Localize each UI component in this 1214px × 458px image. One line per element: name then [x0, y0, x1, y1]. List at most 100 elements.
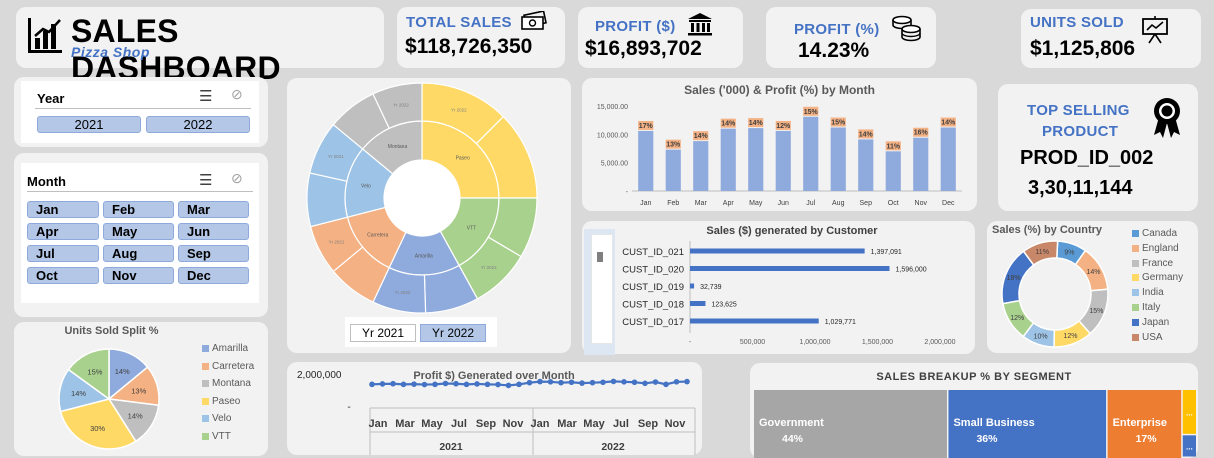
profit-point [526, 379, 533, 386]
x-tick-label: May [583, 418, 605, 430]
legend-item: India [1132, 287, 1164, 298]
month-slicer: Month ☰ ⊘ Jan Feb Mar Apr May Jun Jul Au… [21, 163, 259, 303]
month-slicer-item-oct[interactable]: Oct [27, 267, 99, 284]
sales-profit-month-chart: 15,000.00 10,000.00 5,000.00 - 17% Jan 13% Feb 1… [597, 104, 962, 207]
month-slicer-item-apr[interactable]: Apr [27, 223, 99, 240]
top-product-value: 3,30,11,144 [1028, 177, 1133, 199]
customer-value-label: 1,029,771 [825, 319, 856, 326]
title-card: SALES DASHBOARD Pizza Shop [16, 7, 384, 86]
x-tick-label: Sep [860, 200, 873, 207]
customer-bar [690, 248, 865, 254]
month-slicer-item-jan[interactable]: Jan [27, 201, 99, 218]
legend-item: USA [1132, 332, 1163, 343]
x-tick-label: Jul [613, 418, 629, 430]
profit-point [642, 380, 648, 387]
y-tick-label: - [626, 189, 629, 196]
clear-filter-icon[interactable]: ⊘ [231, 170, 243, 187]
legend-label: Japan [1142, 316, 1170, 328]
month-slicer-item-feb[interactable]: Feb [103, 201, 174, 218]
month-slicer-item-dec[interactable]: Dec [178, 267, 249, 284]
kpi-units-sold-label: UNITS SOLD [1030, 14, 1124, 31]
customer-label: CUST_ID_017 [622, 317, 684, 328]
month-slicer-item-sep[interactable]: Sep [178, 245, 249, 262]
units-slice-label: 14% [115, 367, 130, 376]
top-product-card: TOP SELLING PRODUCT PROD_ID_002 3,30,11,… [998, 84, 1198, 211]
segment-pct-label: ... [1186, 443, 1193, 452]
legend-item: Japan [1132, 317, 1169, 328]
legend-item: VTT [202, 431, 231, 442]
legend-label: Carretera [212, 360, 255, 372]
profit-point [442, 380, 449, 387]
x-tick-label: Sep [638, 418, 658, 430]
legend-swatch [1132, 259, 1139, 267]
profit-pct-label: 17% [639, 123, 654, 130]
sunburst-outer-label: Yr 2022 [395, 290, 411, 295]
sunburst-yr-slicer: Yr 2021 Yr 2022 [345, 317, 497, 347]
sunburst-outer-label: Yr 2021 [329, 240, 345, 245]
profit-point [537, 378, 543, 385]
x-tick-label: Jan [369, 418, 388, 430]
sunburst-card: Paseo Yr 2022 VTT Yr 2022 Amarilla Yr 2022 Car… [287, 78, 571, 353]
top-product-id: PROD_ID_002 [1020, 147, 1154, 169]
x-tick-label: Jul [806, 200, 815, 207]
legend-label: Paseo [212, 395, 241, 407]
sales-bar [858, 139, 874, 191]
sunburst-inner-label: Amarilla [415, 253, 433, 259]
units-slice-label: 14% [128, 412, 143, 421]
award-ribbon-icon [1154, 98, 1180, 138]
profit-pct-label: 16% [914, 130, 929, 137]
x-tick-label: Jun [778, 200, 789, 207]
x-tick-label: - [689, 339, 692, 346]
profit-point [453, 380, 459, 387]
country-slice-label: 12% [1063, 333, 1077, 340]
top-product-label-2: PRODUCT [1042, 123, 1119, 140]
country-slice-label: 14% [1086, 269, 1100, 276]
legend-swatch [1132, 304, 1139, 311]
sales-bar [748, 128, 764, 191]
kpi-total-sales-label: TOTAL SALES [406, 14, 512, 31]
country-slice-label: 9% [1064, 249, 1074, 256]
month-slicer-item-mar[interactable]: Mar [178, 201, 249, 218]
multi-select-icon[interactable]: ☰ [199, 171, 212, 189]
legend-swatch [202, 345, 209, 352]
x-tick-label: Aug [832, 200, 845, 207]
legend-swatch [202, 380, 209, 388]
month-slicer-item-may[interactable]: May [103, 223, 174, 240]
customer-label: CUST_ID_020 [622, 265, 684, 276]
coins-icon [892, 15, 921, 42]
profit-point [621, 379, 627, 385]
sales-customer-card: Sales ($) generated by Customer CUST_ID_… [582, 221, 975, 355]
sunburst-inner-label: Montana [388, 144, 408, 150]
sales-bar [693, 141, 709, 191]
kpi-profit-usd-value: $16,893,702 [585, 37, 702, 60]
sales-bar [885, 151, 901, 191]
country-slice-label: 12% [1010, 315, 1024, 322]
segment-pct-label: 36% [976, 433, 998, 445]
sunburst-yr-2021-button[interactable]: Yr 2021 [350, 324, 416, 342]
sales-bar [638, 130, 654, 191]
segment-label: Enterprise [1113, 417, 1167, 429]
month-slicer-item-aug[interactable]: Aug [103, 245, 174, 262]
year-slicer-item-2022[interactable]: 2022 [146, 116, 250, 133]
profit-point [390, 380, 396, 387]
profit-point [589, 379, 596, 386]
country-slice-label: 10% [1034, 334, 1048, 341]
month-slicer-item-jul[interactable]: Jul [27, 245, 99, 262]
year-slicer-item-2021[interactable]: 2021 [37, 116, 141, 133]
sales-bar [720, 128, 736, 191]
cash-icon [521, 11, 547, 30]
month-slicer-item-nov[interactable]: Nov [103, 267, 174, 284]
legend-item: Velo [202, 413, 231, 424]
clear-filter-icon[interactable]: ⊘ [231, 86, 243, 103]
multi-select-icon[interactable]: ☰ [199, 87, 212, 105]
kpi-profit-usd-card: PROFIT ($) $16,893,702 [578, 7, 743, 68]
year-label: 2022 [601, 441, 625, 453]
profit-point [432, 381, 438, 388]
sunburst-outer-label: Yr 2022 [451, 107, 467, 112]
presentation-icon [1142, 16, 1168, 44]
month-slicer-item-jun[interactable]: Jun [178, 223, 249, 240]
profit-point [558, 379, 564, 386]
profit-pct-label: 14% [749, 120, 764, 127]
sunburst-yr-2022-button[interactable]: Yr 2022 [420, 324, 486, 342]
country-slice-label: 11% [1035, 249, 1049, 256]
